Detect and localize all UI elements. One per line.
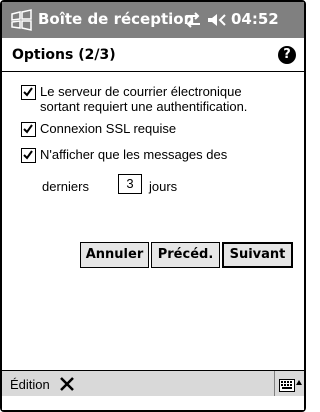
delete-icon[interactable] (59, 376, 75, 392)
days-prefix-label: derniers (42, 179, 89, 194)
cancel-button[interactable]: Annuler (80, 242, 149, 268)
checkbox-authentication[interactable] (21, 85, 36, 100)
page-header: Options (2/3) ? (2, 38, 304, 72)
chevron-up-icon[interactable] (296, 380, 302, 385)
next-button[interactable]: Suivant (222, 242, 293, 268)
page-title: Options (2/3) (12, 47, 116, 63)
connectivity-icon[interactable] (183, 11, 203, 29)
title-bar: Boîte de réception 04:52 (2, 2, 304, 38)
option-authentication-label: Le serveur de courrier électronique (40, 84, 242, 99)
volume-icon[interactable] (206, 11, 228, 29)
keyboard-icon[interactable] (279, 377, 295, 392)
days-suffix-label: jours (149, 179, 178, 194)
menu-bar: Édition (2, 370, 304, 396)
edit-menu[interactable]: Édition (10, 377, 50, 392)
bottom-strip (2, 396, 304, 410)
option-ssl-label: Connexion SSL requise (40, 121, 177, 136)
app-title: Boîte de réception (38, 10, 195, 28)
windows-start-icon[interactable] (10, 8, 34, 32)
days-input[interactable]: 3 (118, 174, 142, 194)
checkbox-ssl[interactable] (21, 122, 36, 137)
clock[interactable]: 04:52 (231, 10, 279, 28)
option-authentication-label-2: sortant requiert une authentification. (40, 99, 248, 114)
previous-button[interactable]: Précéd. (151, 242, 220, 268)
checkbox-recent-messages[interactable] (21, 148, 36, 163)
input-panel[interactable] (274, 371, 304, 396)
option-recent-messages-label: N'afficher que les messages des (40, 147, 228, 162)
help-icon[interactable]: ? (278, 46, 296, 64)
